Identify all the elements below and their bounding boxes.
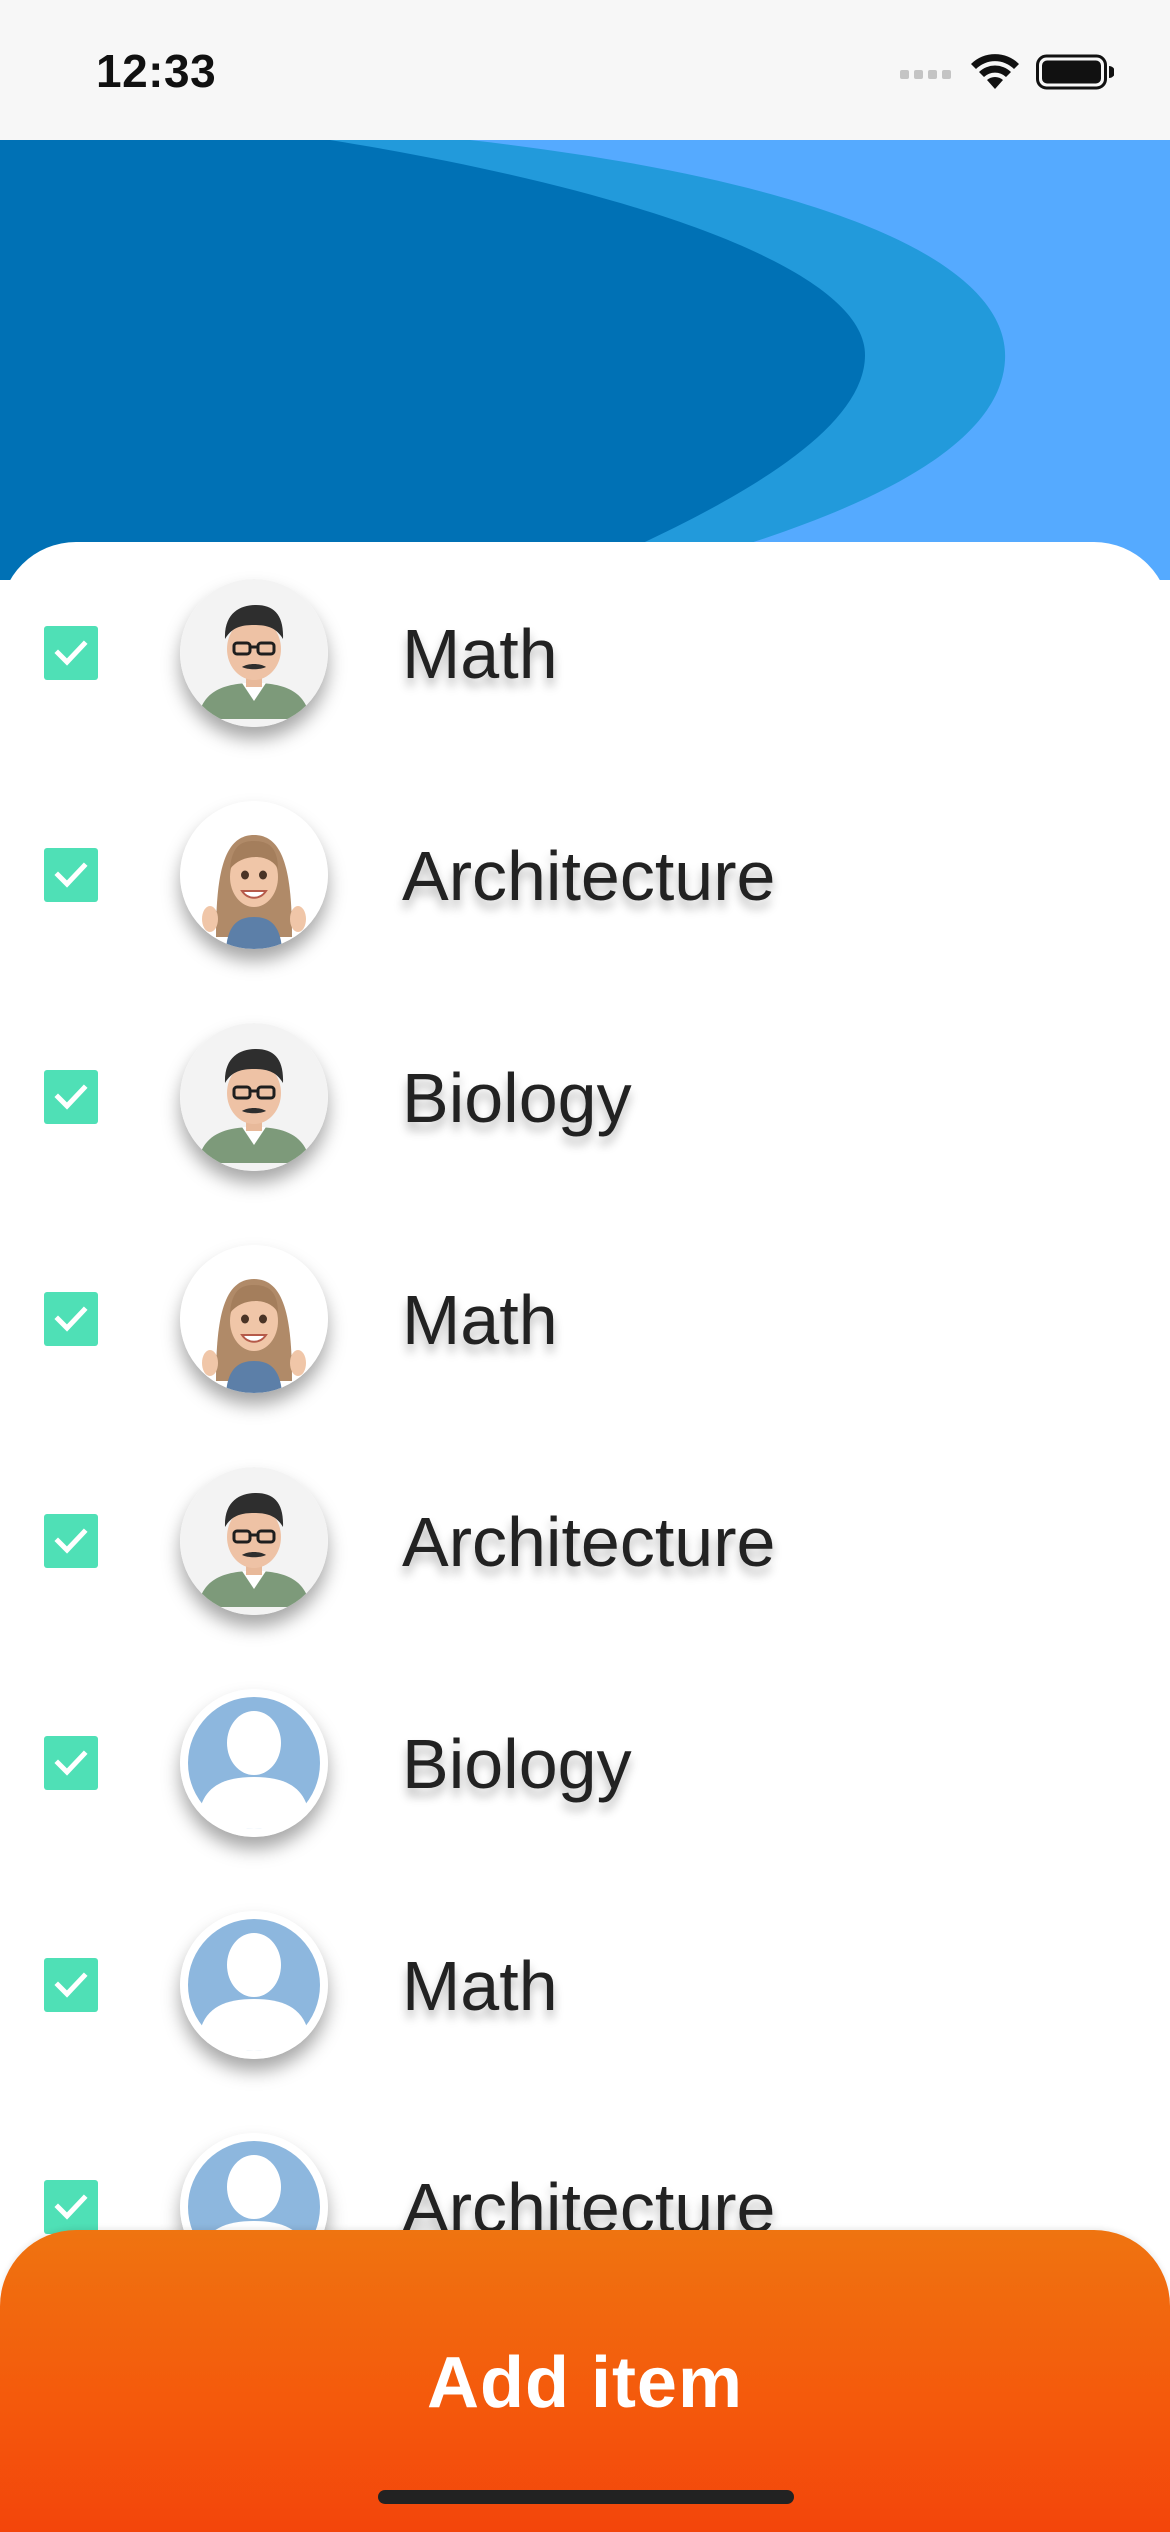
item-label: Architecture <box>402 1503 776 1581</box>
item-label: Math <box>402 1947 558 2025</box>
man-glasses-avatar <box>180 579 328 727</box>
checkmark-icon <box>54 862 88 888</box>
list-item[interactable]: Biology <box>0 986 1170 1208</box>
item-checkbox[interactable] <box>44 2180 98 2234</box>
list-item[interactable]: Architecture <box>0 764 1170 986</box>
checkmark-icon <box>54 1306 88 1332</box>
wifi-icon <box>970 53 1020 96</box>
item-checkbox[interactable] <box>44 626 98 680</box>
item-label: Biology <box>402 1725 632 1803</box>
man-glasses-avatar <box>180 1467 328 1615</box>
woman-avatar <box>180 1245 328 1393</box>
status-bar: 12:33 <box>0 0 1170 140</box>
checkmark-icon <box>54 1750 88 1776</box>
woman-avatar <box>180 801 328 949</box>
list-item[interactable]: Math <box>0 1208 1170 1430</box>
item-checkbox[interactable] <box>44 1070 98 1124</box>
item-checkbox[interactable] <box>44 1514 98 1568</box>
item-checkbox[interactable] <box>44 848 98 902</box>
man-glasses-avatar <box>180 1023 328 1171</box>
cellular-signal-icon <box>900 64 954 85</box>
list-item[interactable]: Biology <box>0 1652 1170 1874</box>
header-banner <box>0 140 1170 580</box>
item-label: Math <box>402 615 558 693</box>
header-wave-graphic <box>0 140 1170 580</box>
checkmark-icon <box>54 2194 88 2220</box>
item-label: Architecture <box>402 837 776 915</box>
home-indicator[interactable] <box>378 2490 794 2504</box>
checkmark-icon <box>54 1084 88 1110</box>
checkmark-icon <box>54 1528 88 1554</box>
battery-icon <box>1036 53 1115 96</box>
list-item[interactable]: Architecture <box>0 1430 1170 1652</box>
list-item[interactable]: Math <box>0 1874 1170 2096</box>
item-checkbox[interactable] <box>44 1736 98 1790</box>
item-label: Biology <box>402 1059 632 1137</box>
list-item[interactable]: Math <box>0 542 1170 764</box>
default-person-avatar <box>180 1911 328 2059</box>
status-time: 12:33 <box>96 45 217 97</box>
item-label: Math <box>402 1281 558 1359</box>
status-icons <box>900 50 1115 98</box>
checkmark-icon <box>54 640 88 666</box>
checkmark-icon <box>54 1972 88 1998</box>
default-person-avatar <box>180 1689 328 1837</box>
add-item-button[interactable]: Add item <box>0 2230 1170 2532</box>
app-screen: 12:33 Math Architecture Biology Math Arc… <box>0 0 1170 2532</box>
item-checkbox[interactable] <box>44 1958 98 2012</box>
item-checkbox[interactable] <box>44 1292 98 1346</box>
